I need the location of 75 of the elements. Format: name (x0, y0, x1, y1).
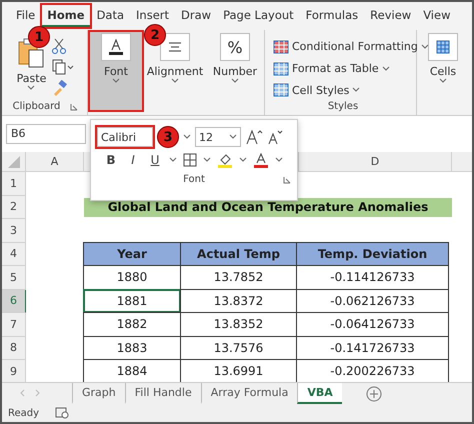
table-cell[interactable]: 1881 (83, 288, 181, 313)
sheet-tab[interactable]: VBA (297, 383, 342, 404)
chevron-icon (171, 78, 179, 84)
table-cell[interactable]: 1882 (83, 312, 181, 336)
table-style-icon (273, 40, 289, 54)
add-sheet-icon[interactable] (366, 386, 382, 402)
column-heading: Year (83, 242, 181, 266)
brush-icon[interactable] (52, 80, 68, 96)
chevron-icon (169, 157, 177, 163)
ribbon-tab[interactable]: View (417, 4, 456, 28)
dialog-launcher-icon[interactable] (283, 176, 291, 184)
scissors-icon[interactable] (52, 38, 66, 54)
group-label: Font (183, 174, 205, 185)
chevron-icon (420, 44, 429, 50)
row-header[interactable]: 5 (2, 266, 26, 290)
status-text: Ready (8, 408, 40, 418)
table-style-icon (273, 83, 289, 98)
dialog-launcher-icon[interactable] (70, 102, 78, 110)
row-header[interactable]: 7 (2, 313, 26, 336)
font-name-field[interactable]: Calibri (97, 127, 153, 147)
group-label: Clipboard (12, 101, 60, 112)
align-icon (168, 41, 182, 53)
chevron-icon (239, 157, 247, 163)
chevron-icon (352, 87, 360, 94)
row-header[interactable]: 9 (2, 360, 26, 382)
styles-item-label[interactable]: Cell Styles (292, 84, 350, 97)
copy-icon[interactable] (52, 59, 74, 75)
grow-font-icon[interactable] (245, 129, 263, 145)
chevron-icon (27, 85, 36, 91)
shrink-font-icon[interactable] (267, 129, 283, 145)
styles-item-label[interactable]: Format as Table (292, 62, 379, 75)
macro-record-icon[interactable] (55, 407, 70, 419)
column-heading: Actual Temp (180, 242, 297, 266)
fill-color-icon[interactable] (217, 152, 233, 168)
column-header[interactable]: D (299, 152, 452, 172)
chevron-icon (112, 78, 120, 84)
chevron-icon (382, 66, 390, 72)
column-heading: Temp. Deviation (296, 242, 449, 266)
ribbon-tab[interactable]: Draw (175, 4, 218, 28)
font-button[interactable]: Font (88, 30, 144, 112)
ribbon-tab[interactable]: Review (364, 4, 418, 28)
chevron-icon (203, 157, 211, 163)
styles-item[interactable]: Cell Styles (273, 79, 360, 102)
chevron-icon (231, 78, 239, 84)
bold-button[interactable]: B (103, 153, 119, 167)
chevron-icon (183, 134, 191, 140)
row-header[interactable]: 1 (2, 172, 26, 196)
row-header[interactable]: 4 (2, 242, 26, 266)
styles-item[interactable]: Format as Table (273, 58, 390, 80)
name-box[interactable]: B6 (6, 124, 86, 144)
column-header[interactable]: A (26, 152, 84, 172)
underline-button[interactable]: U (147, 153, 163, 167)
step-badge: 3 (157, 126, 179, 148)
styles-item-label[interactable]: Conditional Formatting (292, 40, 418, 54)
ribbon-tab[interactable]: Page Layout (217, 4, 300, 28)
paste-label[interactable]: Paste (16, 72, 46, 85)
font-icon (108, 38, 124, 56)
ribbon-tab[interactable]: File (10, 4, 42, 28)
font-color-icon[interactable] (253, 152, 269, 168)
row-header[interactable]: 3 (2, 219, 26, 242)
group-label: Styles (328, 101, 358, 112)
font-size-field[interactable]: 12 (195, 127, 241, 147)
table-style-icon (273, 62, 289, 76)
ribbon-tab[interactable]: Formulas (300, 4, 364, 28)
chevron-icon (275, 157, 283, 163)
row-header[interactable]: 2 (2, 196, 26, 219)
italic-button[interactable]: I (125, 153, 141, 167)
ribbon-tab[interactable]: Data (90, 4, 130, 28)
chevron-icon (229, 134, 237, 140)
cells-icon (436, 40, 450, 54)
chevron-icon (439, 78, 447, 84)
number-button[interactable]: % Number (206, 30, 264, 112)
borders-icon[interactable] (183, 153, 197, 167)
row-header[interactable]: 6 (2, 290, 26, 313)
row-header[interactable]: 8 (2, 336, 26, 360)
